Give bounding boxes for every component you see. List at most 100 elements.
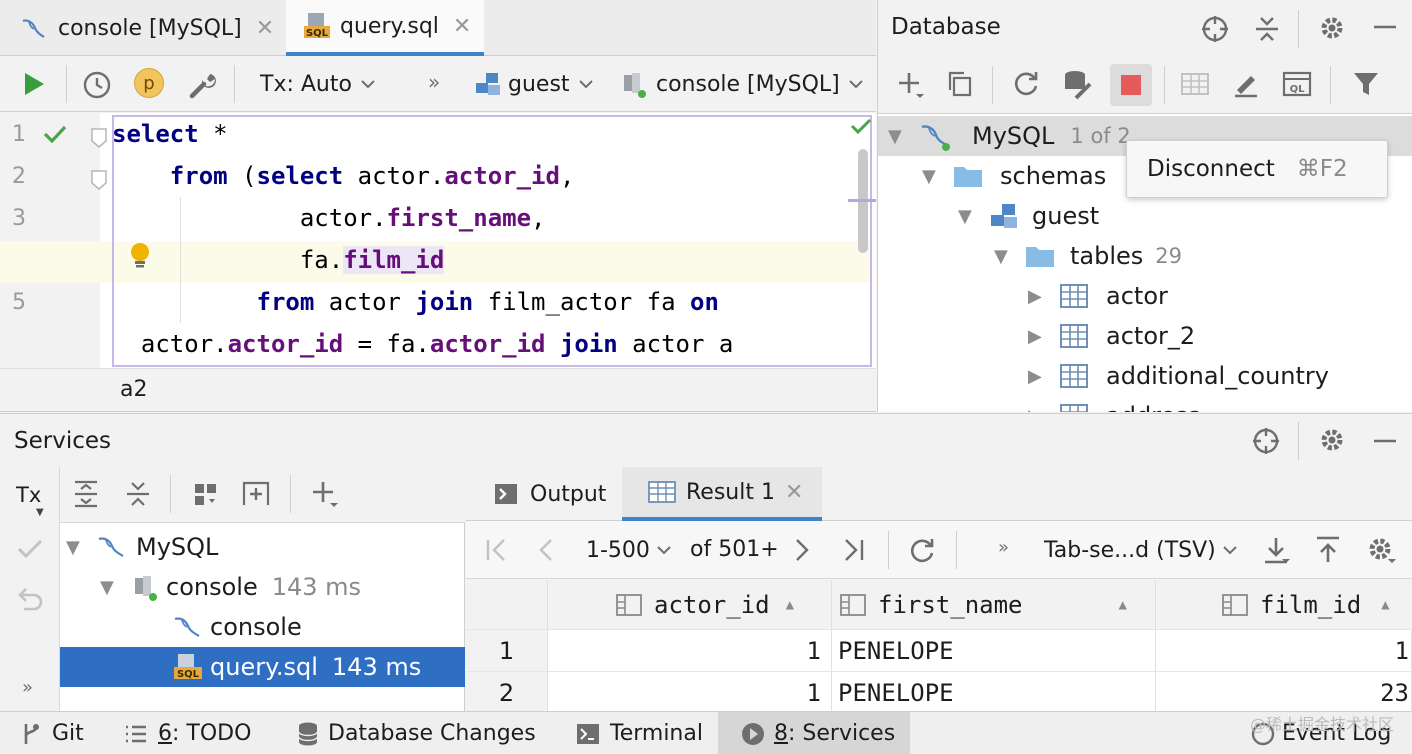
tree-schemas[interactable]: ▼ schemas xyxy=(922,156,1106,196)
filter-icon[interactable] xyxy=(1352,70,1380,98)
tree-datasource-mysql[interactable]: ▼ MySQL 1 of 2 xyxy=(888,116,1131,156)
tree-table-additional-country[interactable]: ▶ additional_country xyxy=(1028,356,1329,396)
minimize-icon[interactable] xyxy=(1372,434,1398,448)
tx-mode-label: Tx: Auto xyxy=(260,72,352,97)
expanded-arrow-icon: ▼ xyxy=(66,537,94,558)
close-icon[interactable]: ✕ xyxy=(256,16,274,41)
edit-icon[interactable] xyxy=(1232,70,1260,98)
refresh-icon[interactable] xyxy=(1012,70,1040,98)
schema-dropdown[interactable]: guest xyxy=(474,56,594,112)
run-icon[interactable] xyxy=(18,68,50,100)
toolbar-separator xyxy=(234,65,235,103)
export-format-dropdown[interactable]: Tab-se...d (TSV) xyxy=(1044,521,1238,579)
first-page-icon[interactable] xyxy=(484,537,510,563)
terminal-icon xyxy=(576,723,600,745)
svc-tree-mysql[interactable]: ▼ MySQL xyxy=(66,527,218,567)
services-tree: ▼ MySQL ▼ console 143 ms console SQL que… xyxy=(60,523,465,711)
tab-console-mysql[interactable]: console [MySQL] ✕ xyxy=(18,0,274,56)
disconnect-button[interactable] xyxy=(1110,64,1152,106)
gear-icon[interactable] xyxy=(1366,535,1396,565)
tree-table-address[interactable]: ▶ address xyxy=(1028,396,1200,412)
cell-first-name[interactable]: PENELOPE xyxy=(832,630,1156,672)
gear-icon[interactable] xyxy=(1318,14,1346,42)
refresh-icon[interactable] xyxy=(908,537,936,565)
bottom-tab-git[interactable]: Git xyxy=(20,712,84,754)
overflow-icon[interactable]: » xyxy=(22,677,33,698)
target-icon[interactable] xyxy=(1200,14,1230,44)
commit-check-icon[interactable] xyxy=(16,537,44,561)
collapse-all-icon[interactable] xyxy=(124,479,152,509)
collapse-all-icon[interactable] xyxy=(1254,14,1280,44)
tab-result-1[interactable]: Result 1 ✕ xyxy=(622,467,822,521)
close-icon[interactable]: ✕ xyxy=(453,14,471,39)
bottom-tab-todo[interactable]: 6 : TODO xyxy=(124,712,251,754)
overflow-icon[interactable]: » xyxy=(998,537,1009,558)
bottom-tab-label: : Services xyxy=(788,721,895,746)
expand-all-icon[interactable] xyxy=(72,479,100,509)
row-number[interactable]: 2 xyxy=(466,672,548,711)
add-icon[interactable] xyxy=(310,479,340,509)
svc-tree-console[interactable]: ▼ console 143 ms xyxy=(100,567,361,607)
table-editor-icon[interactable] xyxy=(1180,70,1210,98)
download-icon[interactable] xyxy=(1262,535,1290,565)
add-icon[interactable] xyxy=(896,70,926,100)
gear-icon[interactable] xyxy=(1318,426,1346,454)
tree-table-actor[interactable]: ▶ actor xyxy=(1028,276,1168,316)
tab-query-sql[interactable]: SQL query.sql ✕ xyxy=(286,0,484,56)
column-header-actor-id[interactable]: actor_id ▲ xyxy=(548,580,832,630)
sort-icon[interactable]: ▲ xyxy=(1119,597,1127,613)
svc-tree-query-sql[interactable]: SQL query.sql 143 ms xyxy=(170,647,421,687)
cell-film-id[interactable]: 23 xyxy=(1156,672,1412,711)
console-icon xyxy=(128,572,164,602)
new-service-icon[interactable] xyxy=(240,479,272,509)
rollback-icon[interactable] xyxy=(16,585,44,613)
fold-icon[interactable] xyxy=(90,127,108,149)
column-header-film-id[interactable]: film_id ▲ xyxy=(1156,580,1412,630)
prev-page-icon[interactable] xyxy=(536,537,556,563)
bottom-tab-services[interactable]: 8 : Services xyxy=(718,712,910,754)
next-page-icon[interactable] xyxy=(792,537,812,563)
breadcrumb-alias[interactable]: a2 xyxy=(120,377,147,402)
sort-icon[interactable]: ▲ xyxy=(1381,597,1389,613)
duplicate-icon[interactable] xyxy=(946,70,974,98)
cell-film-id[interactable]: 1 xyxy=(1156,630,1412,672)
close-icon[interactable]: ✕ xyxy=(785,480,803,505)
bottom-tab-terminal[interactable]: Terminal xyxy=(576,712,703,754)
bottom-tab-database-changes[interactable]: Database Changes xyxy=(296,712,536,754)
fold-icon[interactable] xyxy=(90,169,108,191)
row-number[interactable]: 1 xyxy=(466,630,548,672)
tooltip-label: Disconnect xyxy=(1147,156,1275,182)
cell-first-name[interactable]: PENELOPE xyxy=(832,672,1156,711)
table-icon xyxy=(1056,323,1092,349)
target-icon[interactable] xyxy=(1251,426,1281,456)
overflow-icon[interactable]: » xyxy=(428,70,440,94)
tree-table-actor-2[interactable]: ▶ actor_2 xyxy=(1028,316,1195,356)
tree-schema-guest[interactable]: ▼ guest xyxy=(958,196,1099,236)
minimize-icon[interactable] xyxy=(1372,20,1398,34)
column-header-first-name[interactable]: first_name ▲ xyxy=(832,580,1156,630)
cell-actor-id[interactable]: 1 xyxy=(548,672,832,711)
upload-icon[interactable] xyxy=(1314,535,1342,565)
tx-mode-dropdown[interactable]: Tx: Auto xyxy=(260,56,376,112)
sort-icon[interactable]: ▲ xyxy=(786,597,794,613)
tab-output[interactable]: Output xyxy=(494,467,606,521)
svc-tree-console-child[interactable]: console xyxy=(170,607,302,647)
db-properties-icon[interactable] xyxy=(1062,68,1094,100)
row-total[interactable]: of 501+ xyxy=(690,537,779,562)
console-dropdown[interactable]: console [MySQL] xyxy=(620,56,864,112)
tree-tables[interactable]: ▼ tables 29 xyxy=(994,236,1182,276)
wrench-icon[interactable] xyxy=(186,68,220,102)
services-title: Services xyxy=(14,428,111,454)
sql-editor[interactable]: 1 2 3 4 5 select * from (select actor.ac… xyxy=(0,113,876,368)
cell-actor-id[interactable]: 1 xyxy=(548,630,832,672)
query-console-icon[interactable]: QL xyxy=(1282,70,1312,98)
tx-mode-button[interactable]: Tx xyxy=(16,483,41,507)
last-page-icon[interactable] xyxy=(840,537,866,563)
schema-badge-icon[interactable]: p xyxy=(134,68,164,98)
result-grid[interactable]: actor_id ▲ first_name ▲ film_id ▲ 1 1 PE… xyxy=(466,580,1412,711)
svc-query-time: 143 ms xyxy=(332,653,421,681)
page-size-dropdown[interactable]: 1-500 xyxy=(586,521,672,579)
editor-toolbar: p Tx: Auto » guest console [MySQL] xyxy=(0,56,876,112)
group-by-icon[interactable] xyxy=(192,479,220,509)
history-icon[interactable] xyxy=(80,68,114,102)
